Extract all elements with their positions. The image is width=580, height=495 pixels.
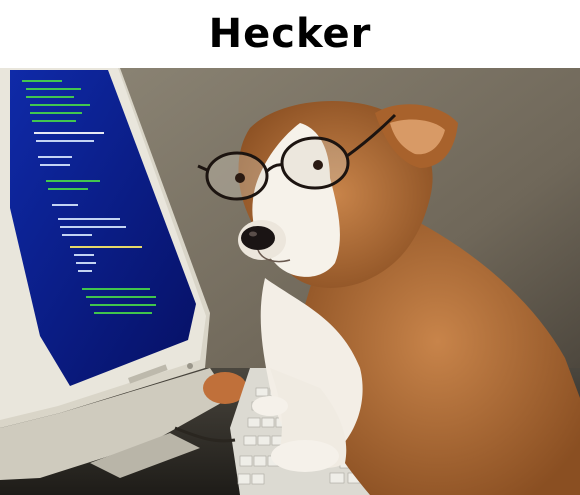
dog-computer-photo	[0, 68, 580, 495]
left-eye	[235, 173, 245, 183]
photo-illustration	[0, 68, 580, 495]
nose	[241, 226, 275, 250]
caption-title: Hecker	[208, 11, 372, 57]
right-eye	[313, 160, 323, 170]
caption-bar: Hecker	[0, 0, 580, 68]
